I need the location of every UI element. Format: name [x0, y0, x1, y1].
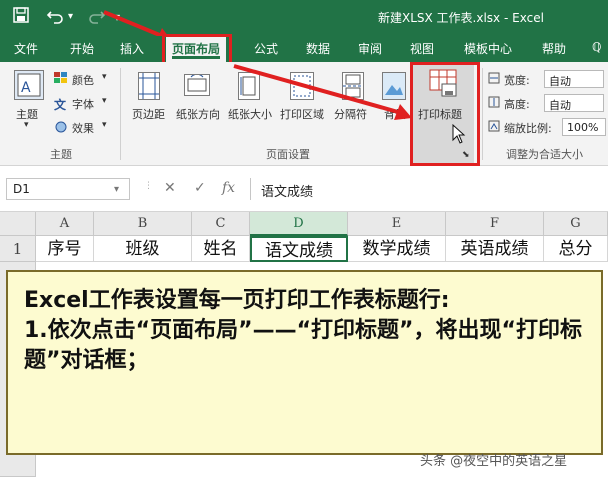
effects-label[interactable]: 效果	[72, 120, 94, 136]
fonts-label[interactable]: 字体	[72, 96, 94, 112]
effects-dropdown-icon[interactable]: ▾	[102, 120, 107, 130]
group-separator	[482, 68, 483, 160]
colors-dropdown-icon[interactable]: ▾	[102, 72, 107, 82]
colors-label[interactable]: 颜色	[72, 72, 94, 88]
width-icon	[488, 72, 500, 87]
formula-bar: D1 ▾ ⋮ ✕ ✓ fx 语文成绩	[0, 166, 608, 212]
page-setup-group-label: 页面设置	[266, 148, 310, 161]
group-separator	[120, 68, 121, 160]
scale-input[interactable]: 100%	[562, 118, 606, 136]
height-select[interactable]: 自动	[544, 94, 604, 112]
table-cell-selected[interactable]: 语文成绩	[250, 236, 348, 262]
tab-file[interactable]: 文件	[14, 40, 38, 57]
table-cell[interactable]: 姓名	[192, 236, 250, 262]
column-header[interactable]: B	[94, 212, 192, 236]
table-cell[interactable]: 序号	[36, 236, 94, 262]
tab-help[interactable]: 帮助	[542, 40, 566, 57]
fonts-dropdown-icon[interactable]: ▾	[102, 96, 107, 106]
column-header[interactable]: F	[446, 212, 544, 236]
column-header[interactable]: C	[192, 212, 250, 236]
tab-data[interactable]: 数据	[306, 40, 330, 57]
annotation-arrow-2	[233, 64, 412, 120]
tell-me-icon[interactable]: ℚ	[592, 40, 601, 54]
column-header[interactable]: G	[544, 212, 608, 236]
table-cell[interactable]: 英语成绩	[446, 236, 544, 262]
watermark: 头条 @夜空中的英语之星	[420, 454, 568, 469]
orientation-icon[interactable]	[184, 73, 210, 96]
insert-function-icon[interactable]: fx	[222, 180, 235, 196]
tab-view[interactable]: 视图	[410, 40, 434, 57]
themes-icon[interactable]: A	[14, 70, 44, 100]
tab-template-center[interactable]: 模板中心	[464, 40, 512, 57]
title-bar: ▾ ▾ 新建XLSX 工作表.xlsx - Excel	[0, 0, 608, 36]
scale-icon	[488, 120, 500, 135]
theme-group-label: 主题	[50, 148, 72, 161]
colors-icon[interactable]	[54, 72, 68, 87]
undo-icon[interactable]	[46, 6, 66, 30]
scale-label: 缩放比例:	[504, 122, 552, 135]
height-label: 高度:	[504, 98, 530, 111]
effects-icon[interactable]	[54, 120, 68, 137]
undo-dropdown-icon[interactable]: ▾	[68, 6, 73, 28]
select-all-corner[interactable]	[0, 212, 36, 236]
column-header-selected[interactable]: D	[250, 212, 348, 236]
table-cell[interactable]: 数学成绩	[348, 236, 446, 262]
column-header[interactable]: A	[36, 212, 94, 236]
callout-line-2: 1.依次点击“页面布局”——“打印标题”，将出现“打印标题”对话框；	[24, 318, 582, 373]
margins-label[interactable]: 页边距	[132, 106, 165, 122]
enter-icon[interactable]: ✓	[194, 180, 206, 196]
tab-home[interactable]: 开始	[70, 40, 94, 57]
row-header[interactable]: 1	[0, 236, 36, 262]
table-cell[interactable]: 班级	[94, 236, 192, 262]
orientation-label[interactable]: 纸张方向	[176, 106, 220, 122]
tab-review[interactable]: 审阅	[358, 40, 382, 57]
table-cell[interactable]: 总分	[544, 236, 608, 262]
highlight-print-titles	[410, 62, 480, 166]
width-select[interactable]: 自动	[544, 70, 604, 88]
window-title: 新建XLSX 工作表.xlsx - Excel	[378, 11, 544, 25]
tab-formulas[interactable]: 公式	[254, 40, 278, 57]
tab-insert[interactable]: 插入	[120, 40, 144, 57]
formula-input[interactable]: 语文成绩	[250, 178, 606, 200]
save-icon[interactable]	[12, 6, 30, 30]
column-header[interactable]: E	[348, 212, 446, 236]
name-box-dropdown-icon[interactable]: ▾	[114, 184, 119, 195]
callout-line-1: Excel工作表设置每一页打印工作表标题行:	[24, 288, 450, 313]
ribbon-tabs: 文件 开始 插入 页面布局 公式 数据 审阅 视图 模板中心 帮助 ℚ	[0, 36, 608, 62]
fonts-icon[interactable]: 文	[54, 96, 66, 113]
cancel-icon[interactable]: ✕	[164, 180, 176, 196]
instruction-callout: Excel工作表设置每一页打印工作表标题行: 1.依次点击“页面布局”——“打印…	[6, 270, 603, 455]
height-icon	[488, 96, 500, 111]
svg-text:A: A	[21, 80, 31, 96]
margins-icon[interactable]	[138, 72, 160, 100]
scale-group-label: 调整为合适大小	[506, 148, 583, 161]
width-label: 宽度:	[504, 74, 530, 87]
formula-bar-options-icon[interactable]: ⋮	[144, 181, 153, 191]
themes-dropdown-icon[interactable]: ▾	[24, 120, 29, 130]
name-box[interactable]: D1	[6, 178, 130, 200]
